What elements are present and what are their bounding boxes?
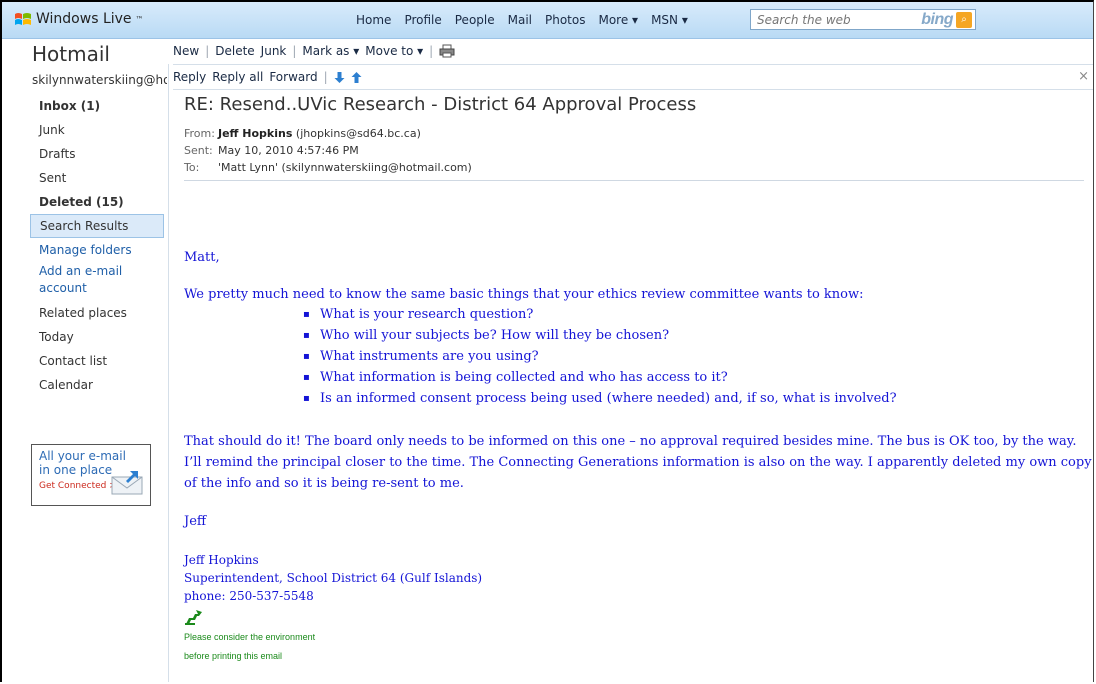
sidebar-item-deleted[interactable]: Deleted (15) (30, 190, 164, 214)
message-toolbar: Reply Reply all Forward | × (173, 64, 1093, 90)
hotmail-title[interactable]: Hotmail (32, 42, 110, 66)
search-icon: ⌕ (956, 12, 972, 28)
signature-phone: phone: 250-537-5548 (184, 589, 314, 603)
message-header: RE: Resend..UVic Research - District 64 … (184, 94, 1084, 181)
brand-name: Windows Live (36, 11, 132, 27)
toolbar-divider: | (205, 44, 210, 58)
move-to-button[interactable]: Move to ▾ (365, 44, 423, 58)
message-body: Matt, We pretty much need to know the sa… (184, 250, 1093, 661)
environment-icon (185, 610, 202, 625)
sidebar: Hotmail skilynnwaterskiing@hot Inbox (1)… (2, 38, 168, 682)
add-email-account-link[interactable]: Add an e-mail account (30, 263, 164, 297)
nav-people[interactable]: People (455, 13, 495, 27)
sidebar-divider (168, 64, 169, 682)
greeting: Matt, (184, 250, 220, 265)
envelope-icon (111, 471, 143, 495)
folder-list: Inbox (1) Junk Drafts Sent Deleted (15) … (30, 94, 164, 397)
sidebar-item-inbox[interactable]: Inbox (1) (30, 94, 164, 118)
previous-message-arrow-icon[interactable] (351, 71, 362, 84)
signature-title: Superintendent, School District 64 (Gulf… (184, 571, 483, 585)
signature-name: Jeff Hopkins (184, 553, 259, 567)
sidebar-item-today[interactable]: Today (30, 325, 164, 349)
to-line: To: 'Matt Lynn' (skilynnwaterskiing@hotma… (184, 159, 1084, 176)
mark-as-button[interactable]: Mark as ▾ (302, 44, 359, 58)
web-search-box: bing ⌕ (750, 9, 976, 30)
nav-mail[interactable]: Mail (508, 13, 532, 27)
windows-live-logo[interactable]: Windows Live ™ (14, 11, 144, 27)
bing-logo: bing (921, 11, 953, 28)
sidebar-item-drafts[interactable]: Drafts (30, 142, 164, 166)
sent-label: Sent: (184, 144, 213, 157)
junk-button[interactable]: Junk (261, 44, 287, 58)
header-divider (184, 180, 1084, 181)
related-places-heading: Related places (39, 306, 127, 320)
account-name[interactable]: skilynnwaterskiing@hot (32, 73, 167, 87)
intro-paragraph: We pretty much need to know the same bas… (184, 287, 864, 302)
top-header: Windows Live ™ Home Profile People Mail P… (2, 2, 1093, 39)
forward-button[interactable]: Forward (269, 70, 317, 84)
to-label: To: (184, 161, 200, 174)
manage-folders-link[interactable]: Manage folders (30, 242, 164, 259)
toolbar-divider: | (292, 44, 297, 58)
sender-email: (jhopkins@sd64.bc.ca) (295, 127, 421, 140)
sidebar-item-sent[interactable]: Sent (30, 166, 164, 190)
close-icon[interactable]: × (1078, 69, 1089, 84)
environment-note-line-2: before printing this email (184, 651, 283, 661)
from-label: From: (184, 127, 215, 140)
nav-home[interactable]: Home (356, 13, 391, 27)
list-item: Is an informed consent process being use… (184, 388, 1093, 409)
ad-line-1: All your e-mail (39, 449, 126, 463)
reply-all-button[interactable]: Reply all (212, 70, 263, 84)
print-icon[interactable] (439, 44, 455, 58)
sidebar-item-junk[interactable]: Junk (30, 118, 164, 142)
search-input[interactable] (751, 10, 887, 29)
sidebar-item-search-results[interactable]: Search Results (30, 214, 164, 238)
sidebar-item-contact-list[interactable]: Contact list (30, 349, 164, 373)
top-nav: Home Profile People Mail Photos More ▾ M… (356, 13, 688, 27)
next-message-arrow-icon[interactable] (334, 71, 345, 84)
ad-line-2: in one place (39, 463, 113, 477)
add-account-line-2: account (39, 281, 87, 295)
message-subject: RE: Resend..UVic Research - District 64 … (184, 94, 697, 115)
recipient: 'Matt Lynn' (skilynnwaterskiing@hotmail.… (218, 161, 472, 174)
delete-button[interactable]: Delete (215, 44, 254, 58)
sent-line: Sent: May 10, 2010 4:57:46 PM (184, 142, 1084, 159)
add-account-line-1: Add an e-mail (39, 264, 123, 278)
list-item: What information is being collected and … (184, 367, 1093, 388)
sidebar-item-calendar[interactable]: Calendar (30, 373, 164, 397)
list-item: What is your research question? (184, 304, 1093, 325)
signature-block: Jeff Hopkins Superintendent, School Dist… (184, 551, 1093, 605)
bing-search-button[interactable]: bing ⌕ (921, 11, 972, 29)
environment-note-line-1: Please consider the environment (184, 632, 316, 642)
nav-profile[interactable]: Profile (404, 13, 441, 27)
ad-line-3: Get Connected > (39, 481, 117, 491)
toolbar-divider: | (429, 44, 434, 58)
reply-button[interactable]: Reply (173, 70, 206, 84)
question-list: What is your research question? Who will… (184, 304, 1093, 409)
main-paragraph: That should do it! The board only needs … (184, 434, 1092, 491)
signoff: Jeff (184, 514, 207, 529)
app-window: Windows Live ™ Home Profile People Mail P… (0, 0, 1094, 682)
list-item: Who will your subjects be? How will they… (184, 325, 1093, 346)
nav-photos[interactable]: Photos (545, 13, 585, 27)
from-line: From: Jeff Hopkins (jhopkins@sd64.bc.ca) (184, 125, 1084, 142)
message-meta: From: Jeff Hopkins (jhopkins@sd64.bc.ca) … (184, 125, 1084, 176)
new-button[interactable]: New (173, 44, 199, 58)
nav-more[interactable]: More ▾ (598, 13, 638, 27)
sender-name[interactable]: Jeff Hopkins (218, 127, 292, 140)
toolbar-divider: | (323, 70, 328, 84)
list-item: What instruments are you using? (184, 346, 1093, 367)
sent-date: May 10, 2010 4:57:46 PM (218, 144, 359, 157)
nav-msn[interactable]: MSN ▾ (651, 13, 688, 27)
get-connected-ad[interactable]: All your e-mail in one place Get Connect… (31, 444, 151, 506)
mail-toolbar: New | Delete Junk | Mark as ▾ Move to ▾ … (173, 44, 455, 58)
windows-flag-icon (15, 13, 31, 25)
brand-trademark: ™ (135, 14, 144, 24)
